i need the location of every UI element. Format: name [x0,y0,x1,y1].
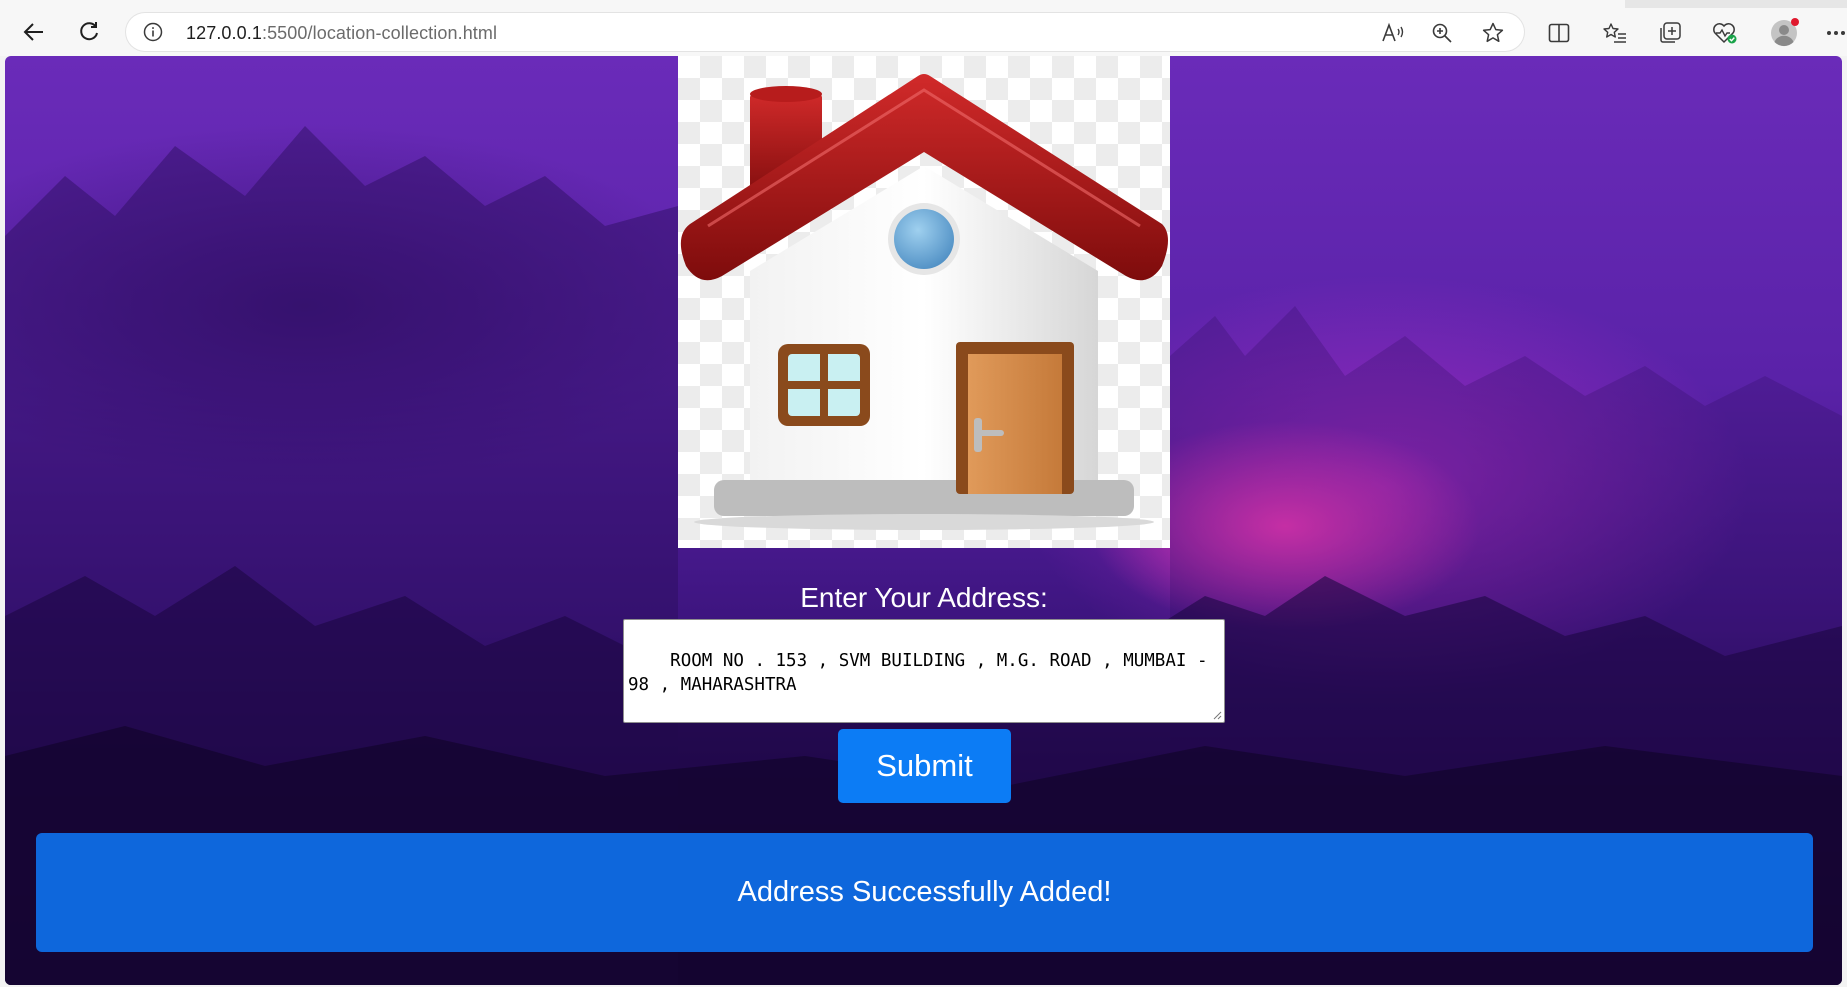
tab-strip [0,0,1847,9]
house-icon [680,74,1168,530]
split-screen-icon[interactable] [1546,20,1572,46]
profile-avatar-icon[interactable] [1769,18,1799,48]
url-host: 127.0.0.1 [186,23,262,43]
house-image [678,56,1170,548]
address-bar[interactable]: 127.0.0.1:5500/location-collection.html [126,13,1524,51]
zoom-icon[interactable] [1429,20,1455,46]
refresh-button[interactable] [73,16,105,48]
url-path: :5500/location-collection.html [261,23,498,43]
back-arrow-icon [23,23,43,41]
refresh-icon [80,22,98,41]
success-message-text: Address Successfully Added! [737,876,1112,908]
browser-toolbar: 127.0.0.1:5500/location-collection.html [0,8,1847,56]
success-message: Address Successfully Added! [36,833,1813,952]
address-textarea-value: ROOM NO . 153 , SVM BUILDING , M.G. ROAD… [628,651,1219,695]
info-icon[interactable] [142,21,164,43]
more-icon[interactable] [1826,20,1846,46]
star-icon[interactable] [1480,20,1506,46]
address-textarea[interactable]: ROOM NO . 153 , SVM BUILDING , M.G. ROAD… [623,619,1225,723]
performance-heart-icon[interactable] [1712,20,1738,46]
collections-icon[interactable] [1657,20,1683,46]
page-viewport: Enter Your Address: ROOM NO . 153 , SVM … [5,56,1842,985]
read-aloud-icon[interactable] [1380,20,1406,46]
back-button[interactable] [18,16,50,48]
url-text[interactable]: 127.0.0.1:5500/location-collection.html [186,23,497,44]
submit-button[interactable]: Submit [838,729,1011,803]
resize-grip-icon[interactable] [1212,710,1222,720]
address-label: Enter Your Address: [800,582,1048,613]
favorites-list-icon[interactable] [1602,20,1628,46]
